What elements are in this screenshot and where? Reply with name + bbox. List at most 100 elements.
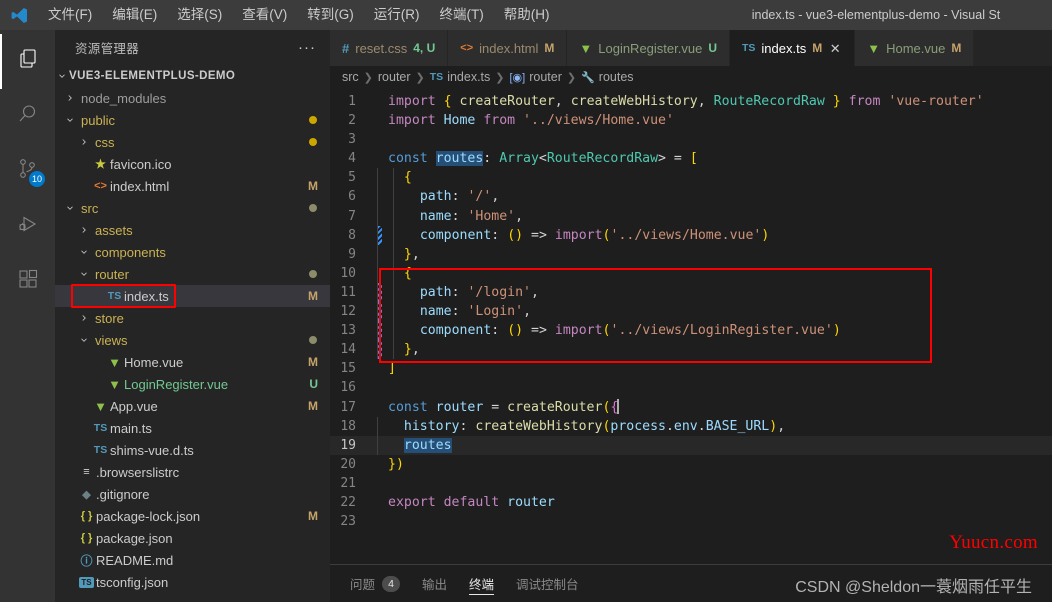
- activity-explorer[interactable]: [0, 34, 55, 89]
- panel-tab-problems[interactable]: 问题 4: [350, 565, 401, 602]
- code-line[interactable]: 18 history: createWebHistory(process.env…: [330, 416, 1052, 436]
- vue-file-icon: ▼: [108, 376, 121, 392]
- code-line-text: path: '/login',: [376, 282, 539, 303]
- breadcrumb-item-router[interactable]: [◉] router: [510, 70, 562, 84]
- tree-item-views[interactable]: views: [55, 329, 330, 351]
- tree-item-package-lock-json[interactable]: { } package-lock.json M: [55, 505, 330, 527]
- breadcrumb-separator-icon: ❯: [363, 71, 373, 84]
- tree-item-tsconfig-json[interactable]: TS tsconfig.json: [55, 571, 330, 593]
- tree-item-index-html[interactable]: <> index.html M: [55, 175, 330, 197]
- code-line[interactable]: 8 component: () => import('../views/Home…: [330, 225, 1052, 245]
- code-line-text: {: [376, 168, 412, 188]
- editor-tab-index-html[interactable]: <> index.html M: [448, 30, 568, 66]
- tree-item-shims-vue-d-ts[interactable]: TS shims-vue.d.ts: [55, 439, 330, 461]
- file-tree[interactable]: VUE3-ELEMENTPLUS-DEMO node_modules public…: [55, 65, 330, 593]
- editor-tab-status: U: [708, 41, 717, 55]
- tree-item-package-json[interactable]: { } package.json: [55, 527, 330, 549]
- breadcrumb-item-routes[interactable]: 🔧 routes: [581, 70, 633, 84]
- activity-source-control[interactable]: 10: [0, 144, 55, 199]
- code-line[interactable]: 10 {: [330, 263, 1052, 283]
- editor-tab-home-vue[interactable]: ▼ Home.vue M: [855, 30, 975, 66]
- code-line[interactable]: 19 routes: [330, 435, 1052, 455]
- code-line[interactable]: 23: [330, 512, 1052, 531]
- code-line[interactable]: 17 const router = createRouter({: [330, 398, 1052, 417]
- activity-search[interactable]: [0, 89, 55, 144]
- line-number: 2: [348, 113, 356, 129]
- run-debug-icon: [16, 212, 40, 241]
- menu-go[interactable]: 转到(G): [297, 0, 364, 30]
- tree-item-public[interactable]: public: [55, 109, 330, 131]
- breadcrumb-item-router[interactable]: router: [378, 70, 411, 84]
- panel-tab-terminal[interactable]: 终端: [469, 565, 495, 602]
- menu-bar[interactable]: 文件(F) 编辑(E) 选择(S) 查看(V) 转到(G) 运行(R) 终端(T…: [38, 0, 560, 30]
- tree-item-app-vue[interactable]: ▼ App.vue M: [55, 395, 330, 417]
- code-line[interactable]: 21: [330, 474, 1052, 493]
- tree-item-store[interactable]: store: [55, 307, 330, 329]
- code-line[interactable]: 15]: [330, 359, 1052, 378]
- breadcrumb-item-src[interactable]: src: [342, 70, 359, 84]
- tree-root[interactable]: VUE3-ELEMENTPLUS-DEMO: [55, 65, 330, 87]
- code-line[interactable]: 9 },: [330, 244, 1052, 264]
- code-line[interactable]: 12 name: 'Login',: [330, 302, 1052, 322]
- code-line[interactable]: 3: [330, 130, 1052, 149]
- close-icon[interactable]: ✕: [828, 42, 842, 55]
- activity-run-debug[interactable]: [0, 199, 55, 254]
- html-icon: <>: [460, 42, 474, 54]
- tree-item-label: package-lock.json: [96, 508, 201, 524]
- tree-item-readme-md[interactable]: ⓘ README.md: [55, 549, 330, 571]
- line-number: 16: [340, 380, 356, 396]
- breadcrumb[interactable]: src ❯ router ❯ TS index.ts ❯ [◉] router ❯ 🔧 routes: [330, 66, 1052, 88]
- code-line[interactable]: 11 path: '/login',: [330, 282, 1052, 303]
- tree-item-components[interactable]: components: [55, 241, 330, 263]
- tree-root-label: VUE3-ELEMENTPLUS-DEMO: [69, 70, 236, 82]
- code-line[interactable]: 1 import { createRouter, createWebHistory…: [330, 92, 1052, 111]
- code-line[interactable]: 6 path: '/',: [330, 187, 1052, 207]
- tree-item-label: LoginRegister.vue: [124, 376, 229, 392]
- code-line[interactable]: 13 component: () => import('../views/Log…: [330, 321, 1052, 341]
- tree-item-favicon-ico[interactable]: ★ favicon.ico: [55, 153, 330, 175]
- tree-item-src[interactable]: src: [55, 197, 330, 219]
- tree-item-css[interactable]: css: [55, 131, 330, 153]
- tree-item-main-ts[interactable]: TS main.ts: [55, 417, 330, 439]
- editor-tabs[interactable]: # reset.css 4, U <> index.html M ▼ LoginRegiste…: [330, 30, 1052, 66]
- tree-item-label: .gitignore: [96, 486, 150, 502]
- code-line[interactable]: 22 export default router: [330, 493, 1052, 512]
- code-editor[interactable]: 1 import { createRouter, createWebHistory…: [330, 88, 1052, 564]
- editor-tab-reset-css[interactable]: # reset.css 4, U: [330, 30, 449, 66]
- more-actions-icon[interactable]: ···: [292, 39, 322, 56]
- tree-item-router[interactable]: router: [55, 263, 330, 285]
- menu-terminal[interactable]: 终端(T): [430, 0, 494, 30]
- menu-selection[interactable]: 选择(S): [167, 0, 232, 30]
- vscode-window: 文件(F) 编辑(E) 选择(S) 查看(V) 转到(G) 运行(R) 终端(T…: [0, 0, 1052, 602]
- code-line[interactable]: 16: [330, 378, 1052, 397]
- line-number: 18: [340, 418, 356, 434]
- code-line[interactable]: 5 {: [330, 168, 1052, 188]
- code-line[interactable]: 7 name: 'Home',: [330, 206, 1052, 226]
- tree-item-loginregister-vue[interactable]: ▼ LoginRegister.vue U: [55, 373, 330, 395]
- code-line-text: const routes: Array<RouteRecordRaw> = [: [388, 151, 698, 167]
- editor-tab-index-ts[interactable]: TS index.ts M ✕: [730, 30, 856, 66]
- tree-item-label: components: [95, 244, 166, 260]
- tree-item-home-vue[interactable]: ▼ Home.vue M: [55, 351, 330, 373]
- menu-help[interactable]: 帮助(H): [494, 0, 560, 30]
- panel-tab-output[interactable]: 输出: [422, 565, 447, 602]
- menu-file[interactable]: 文件(F): [38, 0, 102, 30]
- code-line[interactable]: 14 },: [330, 340, 1052, 360]
- editor-tab-loginregister-vue[interactable]: ▼ LoginRegister.vue U: [567, 30, 730, 66]
- editor-tab-status: M: [951, 41, 962, 55]
- code-line[interactable]: 20}): [330, 455, 1052, 474]
- tree-item--gitignore[interactable]: ◆ .gitignore: [55, 483, 330, 505]
- vue-icon: ▼: [579, 40, 593, 56]
- code-line[interactable]: 4 const routes: Array<RouteRecordRaw> = [: [330, 149, 1052, 168]
- panel-tab-debug-console[interactable]: 调试控制台: [516, 565, 579, 602]
- tree-item-index-ts[interactable]: TS index.ts M: [55, 285, 330, 307]
- menu-edit[interactable]: 编辑(E): [102, 0, 167, 30]
- tree-item-node-modules[interactable]: node_modules: [55, 87, 330, 109]
- breadcrumb-item-index-ts[interactable]: TS index.ts: [430, 70, 491, 84]
- tree-item-assets[interactable]: assets: [55, 219, 330, 241]
- tree-item--browserslistrc[interactable]: ≡ .browserslistrc: [55, 461, 330, 483]
- menu-view[interactable]: 查看(V): [232, 0, 297, 30]
- activity-extensions[interactable]: [0, 254, 55, 309]
- menu-run[interactable]: 运行(R): [364, 0, 430, 30]
- code-line[interactable]: 2 import Home from '../views/Home.vue': [330, 111, 1052, 130]
